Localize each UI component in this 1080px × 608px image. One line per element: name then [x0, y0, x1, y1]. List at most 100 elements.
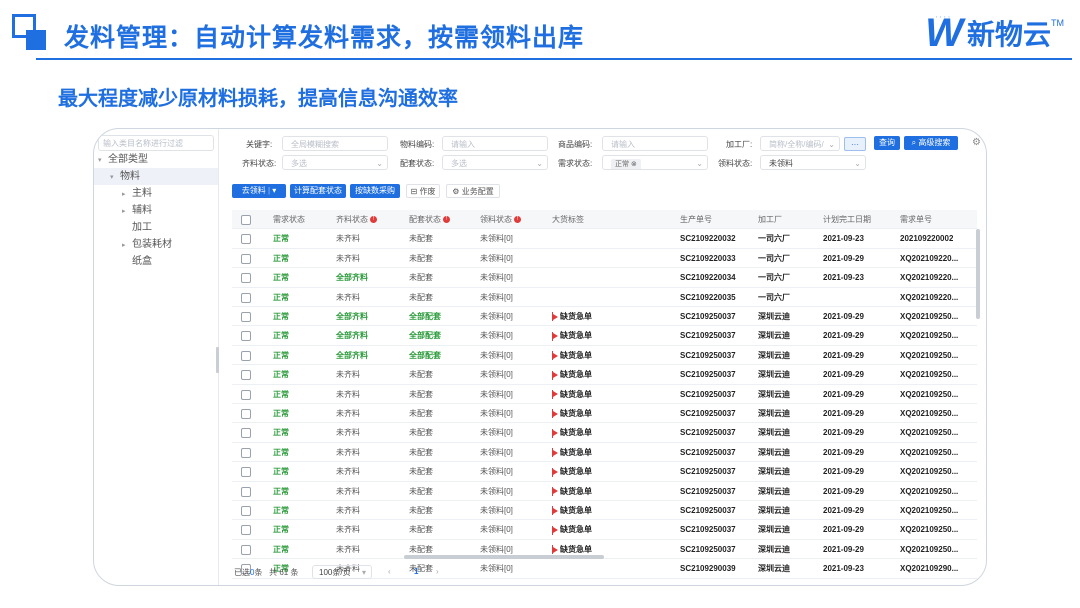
- go-pick-button[interactable]: 去领料 | ▾: [232, 184, 286, 198]
- calc-match-button[interactable]: 计算配套状态: [290, 184, 346, 198]
- void-button[interactable]: ⊟ 作废: [406, 184, 440, 198]
- keyword-input[interactable]: 全局模糊搜索: [282, 136, 388, 151]
- row-checkbox[interactable]: [241, 350, 251, 361]
- demand-status-select[interactable]: 正常 ⊗ ⌄: [602, 155, 708, 170]
- table-row[interactable]: 正常 全部齐料 未配套 未领料[0] SC2109220034 一司六厂 2021-09-2…: [232, 268, 977, 288]
- tag-close-icon[interactable]: ⊗: [631, 161, 637, 168]
- row-checkbox[interactable]: [241, 467, 251, 478]
- tree-item[interactable]: ▾ 物料: [94, 168, 218, 185]
- table-row[interactable]: 正常 未齐料 未配套 未领料[0] 缺货急单 SC2109250037 深圳云迪 2021-0…: [232, 385, 977, 404]
- tree-item[interactable]: ▸ 主料: [94, 185, 218, 202]
- column-header[interactable]: 生产单号: [680, 210, 712, 229]
- info-badge-icon[interactable]: !: [514, 216, 521, 224]
- table-row[interactable]: 正常 未齐料 未配套 未领料[0] 缺货急单 SC2109250037 深圳云迪 2021-0…: [232, 520, 977, 540]
- cell-text: 缺货急单: [560, 525, 592, 535]
- info-badge-icon[interactable]: !: [370, 216, 377, 224]
- go-pick-dropdown-icon[interactable]: ▾: [272, 186, 276, 195]
- column-header[interactable]: 领料状态!: [480, 210, 521, 229]
- next-page-button[interactable]: ›: [436, 567, 439, 576]
- purchase-by-shortage-button[interactable]: 按缺数采购: [350, 184, 400, 198]
- info-badge-icon[interactable]: !: [443, 216, 450, 224]
- row-checkbox[interactable]: [241, 447, 251, 458]
- table-vertical-scrollbar[interactable]: [976, 229, 980, 319]
- cell-text: SC2109250037: [680, 331, 736, 341]
- row-checkbox[interactable]: [241, 292, 251, 303]
- table-row[interactable]: 正常 未齐料 未配套 未领料[0] 缺货急单 SC2109250037 深圳云迪 2021-0…: [232, 501, 977, 521]
- factory-select[interactable]: 简称/全称/编码/ ⌄: [760, 136, 840, 151]
- tree-item[interactable]: ▸ 辅料: [94, 202, 218, 219]
- cell-text: 2021-09-29: [823, 409, 864, 418]
- flag-icon: [553, 449, 558, 456]
- row-checkbox[interactable]: [241, 506, 251, 516]
- current-page[interactable]: 1: [414, 567, 418, 576]
- row-checkbox[interactable]: [241, 486, 251, 497]
- caret-right-icon[interactable]: ▸: [122, 186, 132, 203]
- column-header[interactable]: 需求状态: [273, 210, 305, 229]
- row-checkbox[interactable]: [241, 331, 251, 342]
- row-checkbox[interactable]: [241, 544, 251, 555]
- match-status-select[interactable]: 多选 ⌄: [442, 155, 548, 170]
- column-header[interactable]: 配套状态!: [409, 210, 450, 229]
- cell-pick: 未领料[0]: [480, 346, 513, 365]
- tree-item[interactable]: ▸ 包装耗材: [94, 236, 218, 253]
- row-checkbox[interactable]: [241, 428, 251, 439]
- category-filter-input[interactable]: 输入类目名称进行过滤: [98, 135, 214, 151]
- row-checkbox[interactable]: [241, 312, 251, 322]
- column-header[interactable]: 计划完工日期: [823, 210, 871, 229]
- prev-page-button[interactable]: ‹: [388, 567, 391, 576]
- cell-date: 2021-09-23: [823, 229, 864, 248]
- column-header[interactable]: 需求单号: [900, 210, 932, 229]
- cell-text: XQ202109250...: [900, 389, 959, 399]
- row-checkbox[interactable]: [241, 253, 251, 264]
- advanced-search-button[interactable]: ⌕ 高级搜索: [904, 136, 958, 150]
- row-checkbox[interactable]: [241, 234, 251, 245]
- caret-right-icon[interactable]: ▸: [122, 203, 132, 220]
- demand-status-tag[interactable]: 正常 ⊗: [611, 159, 641, 169]
- business-config-button[interactable]: ⚙ 业务配置: [446, 184, 500, 198]
- sidebar-resize-handle[interactable]: [216, 347, 219, 373]
- tree-item[interactable]: ▾ 全部类型: [94, 151, 218, 168]
- query-button[interactable]: 查询: [874, 136, 900, 150]
- go-pick-label: 去领料: [241, 186, 266, 195]
- complete-status-select[interactable]: 多选 ⌄: [282, 155, 388, 170]
- row-checkbox[interactable]: [241, 273, 251, 284]
- table-row[interactable]: 正常 未齐料 未配套 未领料[0] SC2109220032 一司六厂 2021-09-23…: [232, 229, 977, 249]
- table-row[interactable]: 正常 未齐料 未配套 未领料[0] 缺货急单 SC2109250037 深圳云迪 2021-0…: [232, 443, 977, 463]
- product-code-input[interactable]: 请输入: [602, 136, 708, 151]
- row-checkbox[interactable]: [241, 409, 251, 419]
- material-code-input[interactable]: 请输入: [442, 136, 548, 151]
- table-row[interactable]: 正常 未齐料 未配套 未领料[0] SC2109220035 一司六厂 XQ20210922…: [232, 288, 977, 307]
- factory-more-button[interactable]: ···: [844, 137, 866, 151]
- table-row[interactable]: 正常 未齐料 未配套 未领料[0] 缺货急单 SC2109250037 深圳云迪 2021-0…: [232, 540, 977, 560]
- table-row[interactable]: 正常 未齐料 未配套 未领料[0] 缺货急单 SC2109250037 深圳云迪 2021-0…: [232, 482, 977, 501]
- table-row[interactable]: 正常 全部齐料 全部配套 未领料[0] 缺货急单 SC2109250037 深圳云迪 2021…: [232, 346, 977, 366]
- table-row[interactable]: 正常 未齐料 未配套 未领料[0] 缺货急单 SC2109250037 深圳云迪 2021-0…: [232, 365, 977, 385]
- column-header[interactable]: 大货标签: [552, 210, 584, 229]
- table-row[interactable]: 正常 未齐料 未配套 未领料[0] SC2109220033 一司六厂 2021-09-29…: [232, 249, 977, 269]
- cell-text: 一司六厂: [758, 273, 790, 283]
- row-checkbox[interactable]: [241, 370, 251, 381]
- table-row[interactable]: 正常 全部齐料 全部配套 未领料[0] 缺货急单 SC2109250037 深圳云迪 2021…: [232, 307, 977, 327]
- cell-text: 未领料[0]: [480, 486, 513, 496]
- page-size-select[interactable]: 100条/页 ▾: [312, 565, 372, 579]
- cell-req: 202109220002: [900, 229, 953, 248]
- pick-status-select[interactable]: 未领料 ⌄: [760, 155, 866, 170]
- row-checkbox[interactable]: [241, 389, 251, 400]
- table-row[interactable]: 正常 全部齐料 全部配套 未领料[0] 缺货急单 SC2109250037 深圳云迪 2021…: [232, 326, 977, 346]
- row-checkbox[interactable]: [241, 525, 251, 536]
- settings-gear-icon[interactable]: ⚙: [972, 137, 981, 148]
- caret-right-icon[interactable]: ▸: [122, 237, 132, 254]
- table-row[interactable]: 正常 未齐料 未配套 未领料[0] 缺货急单 SC2109250037 深圳云迪 2021-0…: [232, 462, 977, 482]
- select-all-checkbox[interactable]: [241, 215, 251, 225]
- table-horizontal-scrollbar[interactable]: [404, 555, 604, 559]
- advanced-search-label: 高级搜索: [918, 138, 951, 147]
- caret-down-icon[interactable]: ▾: [110, 169, 120, 186]
- tree-item[interactable]: 加工: [94, 219, 218, 236]
- table-row[interactable]: 正常 未齐料 未配套 未领料[0] 缺货急单 SC2109250037 深圳云迪 2021-0…: [232, 423, 977, 443]
- caret-down-icon[interactable]: ▾: [98, 152, 108, 169]
- column-header[interactable]: 加工厂: [758, 210, 782, 229]
- tree-item[interactable]: 纸盒: [94, 253, 218, 270]
- cell-pick: 未领料[0]: [480, 365, 513, 384]
- table-row[interactable]: 正常 未齐料 未配套 未领料[0] 缺货急单 SC2109250037 深圳云迪 2021-0…: [232, 404, 977, 424]
- column-header[interactable]: 齐料状态!: [336, 210, 377, 229]
